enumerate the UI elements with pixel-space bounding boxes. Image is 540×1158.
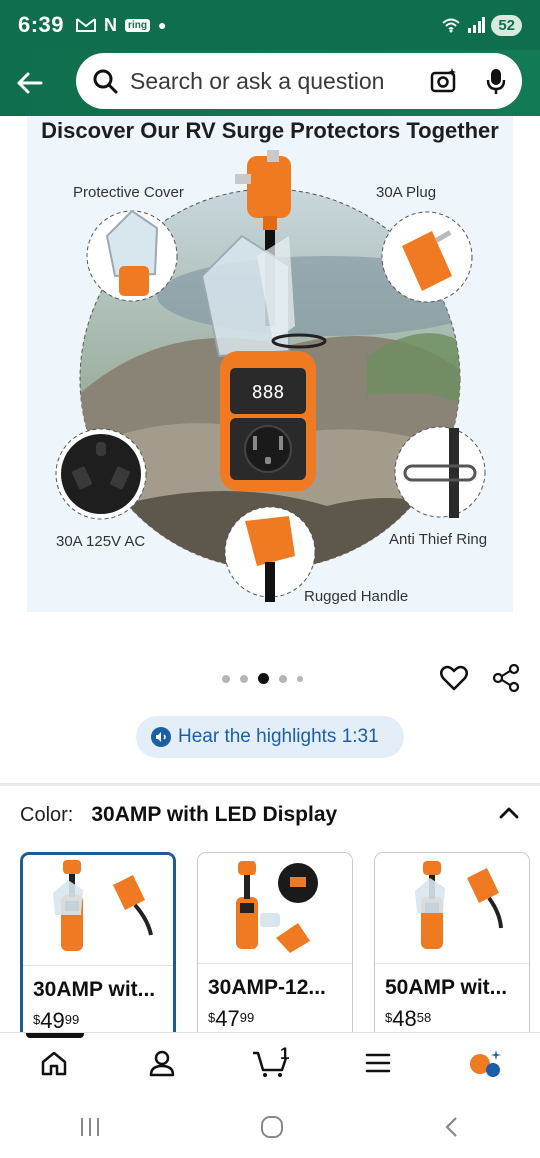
label-30a-plug: 30A Plug xyxy=(376,184,437,201)
option-thumbnail xyxy=(375,853,529,963)
option-thumbnail xyxy=(198,853,352,963)
recent-apps-icon[interactable] xyxy=(78,1116,102,1138)
back-chevron-icon[interactable] xyxy=(442,1115,462,1139)
nav-rufus[interactable] xyxy=(432,1033,540,1092)
search-icon xyxy=(93,69,118,94)
section-divider xyxy=(0,783,540,786)
product-image[interactable]: Discover Our RV Surge Protectors Togethe… xyxy=(27,116,513,612)
cart-count: 1 xyxy=(280,1044,290,1063)
battery-indicator: 52 xyxy=(491,14,522,36)
hear-highlights-button[interactable]: Hear the highlights 1:31 xyxy=(136,716,404,758)
carousel-dot[interactable] xyxy=(297,675,303,682)
home-icon xyxy=(41,1051,67,1075)
price-fraction: 99 xyxy=(239,1010,255,1025)
share-icon xyxy=(492,664,520,692)
color-key: Color: xyxy=(20,803,74,826)
color-value: 30AMP with LED Display xyxy=(91,803,338,826)
label-outlet: 30A 125V AC xyxy=(56,533,146,550)
rufus-icon xyxy=(470,1049,501,1077)
price-symbol: $ xyxy=(385,1010,393,1025)
nav-cart[interactable]: 1 xyxy=(216,1033,324,1092)
hear-highlights-label: Hear the highlights 1:31 xyxy=(178,726,379,747)
bottom-nav: 1 xyxy=(0,1032,540,1092)
price-fraction: 99 xyxy=(64,1012,80,1027)
wifi-icon xyxy=(442,18,460,33)
carousel-dot[interactable] xyxy=(240,674,248,683)
wishlist-button[interactable] xyxy=(438,662,470,694)
signal-icon xyxy=(468,17,486,33)
share-button[interactable] xyxy=(490,662,522,694)
price-symbol: $ xyxy=(33,1012,41,1027)
chevron-up-icon[interactable] xyxy=(498,802,520,824)
price-whole: 49 xyxy=(40,1008,65,1033)
label-rugged-handle: Rugged Handle xyxy=(304,588,409,605)
option-title: 30AMP-12... xyxy=(208,976,326,999)
search-placeholder: Search or ask a question xyxy=(130,67,385,94)
status-bar: 6:39 N ring ● 52 xyxy=(0,0,540,50)
menu-icon xyxy=(365,1053,391,1072)
nav-account[interactable] xyxy=(108,1033,216,1092)
status-time: 6:39 xyxy=(18,12,65,37)
app-header: Search or ask a question xyxy=(0,50,540,116)
carousel-dots xyxy=(222,673,303,684)
gmail-icon xyxy=(76,18,97,32)
dot-icon: ● xyxy=(157,17,167,33)
account-icon xyxy=(149,1050,175,1076)
label-anti-thief-ring: Anti Thief Ring xyxy=(389,531,488,548)
netflix-icon: N xyxy=(104,14,118,35)
nav-menu[interactable] xyxy=(324,1033,432,1092)
carousel-dot-active[interactable] xyxy=(258,673,269,684)
carousel-dot[interactable] xyxy=(222,674,230,683)
option-thumbnail xyxy=(23,855,173,965)
carousel-dot[interactable] xyxy=(279,674,287,683)
ring-icon: ring xyxy=(125,18,150,32)
home-circle-icon[interactable] xyxy=(259,1114,285,1140)
back-button[interactable] xyxy=(0,54,58,112)
color-selector-header[interactable]: Color: 30AMP with LED Display xyxy=(20,800,520,830)
display-digits: 888 xyxy=(252,382,285,403)
price-symbol: $ xyxy=(208,1010,216,1025)
search-input[interactable]: Search or ask a question xyxy=(76,53,522,109)
color-option-card[interactable]: 30AMP wit... $ 49 99 xyxy=(20,852,176,1042)
option-title: 50AMP wit... xyxy=(385,976,508,999)
price-fraction: 58 xyxy=(416,1010,432,1025)
notification-icons: N ring ● xyxy=(76,15,166,36)
color-option-card[interactable]: 50AMP wit... $ 48 58 xyxy=(374,852,530,1042)
arrow-left-icon xyxy=(17,72,43,94)
microphone-icon[interactable] xyxy=(486,67,506,95)
price-whole: 48 xyxy=(392,1006,417,1031)
nav-active-indicator xyxy=(26,1033,84,1038)
audio-icon xyxy=(151,727,171,747)
label-protective-cover: Protective Cover xyxy=(73,184,184,201)
option-title: 30AMP wit... xyxy=(33,978,156,1001)
camera-search-icon[interactable] xyxy=(430,67,458,95)
nav-home[interactable] xyxy=(0,1033,108,1092)
price-whole: 47 xyxy=(215,1006,240,1031)
heart-icon xyxy=(440,665,468,691)
system-nav-bar xyxy=(0,1096,540,1158)
color-option-card[interactable]: 30AMP-12... $ 47 99 xyxy=(197,852,353,1042)
